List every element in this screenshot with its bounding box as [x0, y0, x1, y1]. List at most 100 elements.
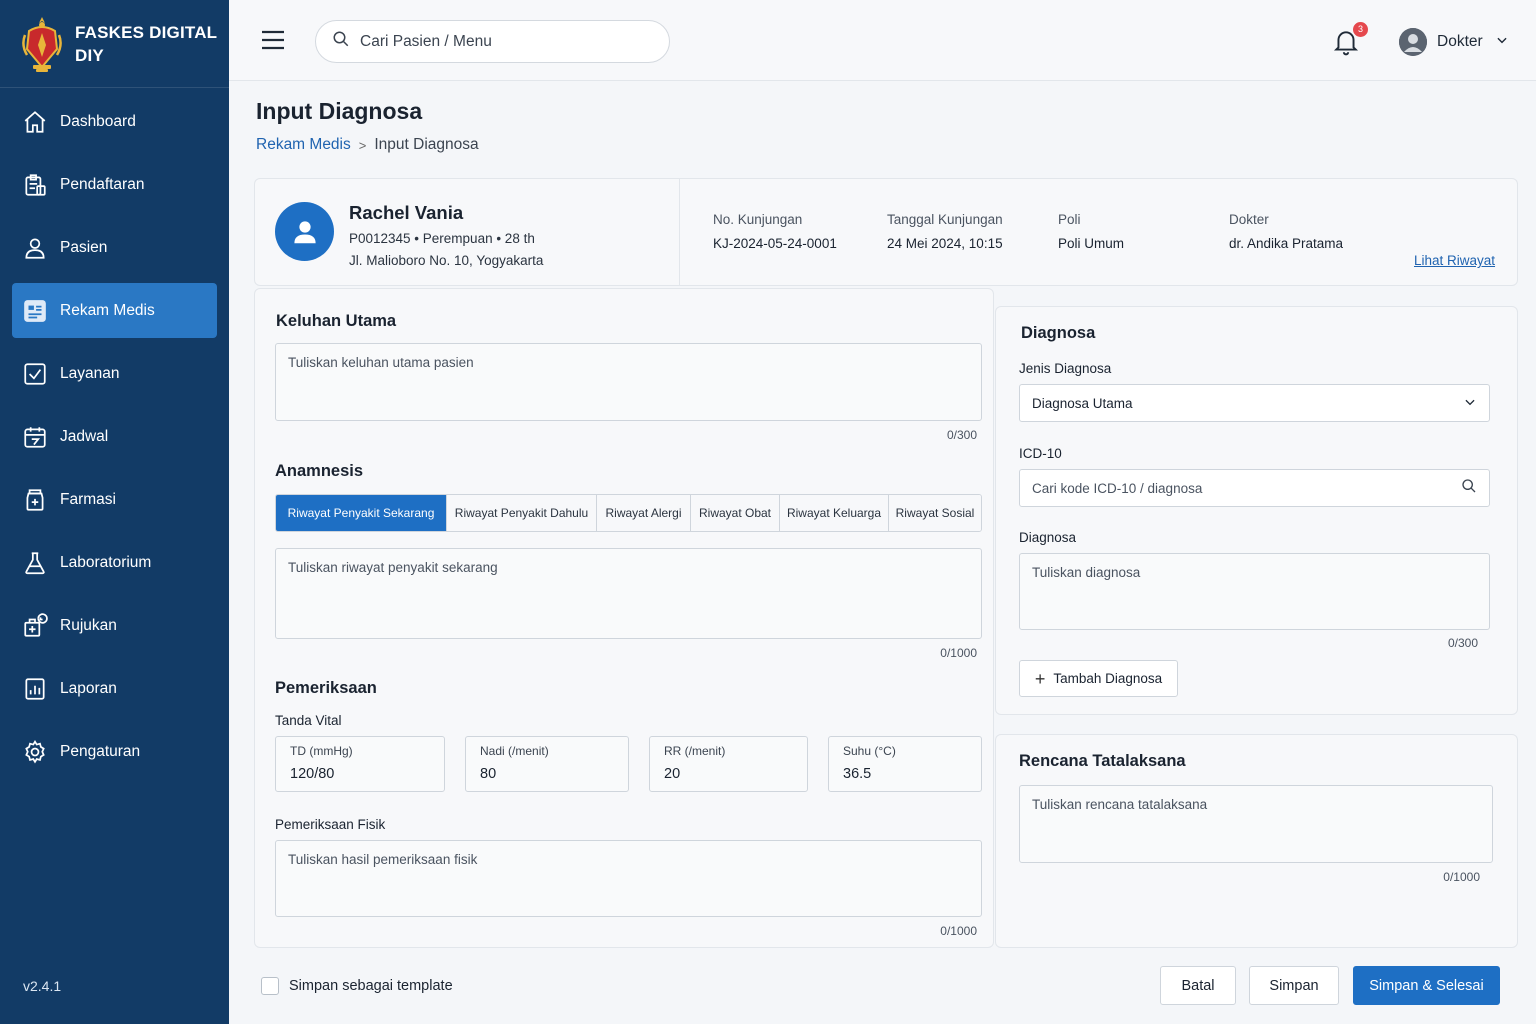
visit-date-label: Tanggal Kunjungan — [887, 212, 1003, 227]
doctor-info: Dokter dr. Andika Pratama — [1229, 212, 1343, 251]
treatment-plan-panel: Rencana Tatalaksana 0/1000 — [995, 734, 1518, 948]
view-history-link[interactable]: Lihat Riwayat — [1414, 253, 1495, 268]
visit-number-info: No. Kunjungan KJ-2024-05-24-0001 — [713, 212, 837, 251]
sidebar-item-dashboard[interactable]: Dashboard — [12, 94, 217, 149]
patient-name: Rachel Vania — [349, 202, 464, 223]
patient-card: Rachel Vania P0012345 • Perempuan • 28 t… — [254, 178, 1518, 286]
calendar-icon — [22, 424, 48, 450]
gear-icon — [22, 739, 48, 765]
diagnosis-type-value: Diagnosa Utama — [1032, 395, 1133, 411]
notification-count-badge: 3 — [1353, 22, 1368, 37]
user-menu[interactable]: Dokter — [1399, 26, 1509, 58]
diagnosis-textarea[interactable] — [1019, 553, 1490, 630]
breadcrumb: Rekam Medis > Input Diagnosa — [256, 136, 479, 154]
sidebar-item-label: Laporan — [60, 679, 117, 697]
save-template-checkbox[interactable] — [261, 977, 279, 995]
sidebar-item-laboratorium[interactable]: Laboratorium — [12, 535, 217, 590]
tab-riwayat-penyakit-dahulu[interactable]: Riwayat Penyakit Dahulu — [447, 495, 597, 531]
save-and-finish-button[interactable]: Simpan & Selesai — [1353, 966, 1500, 1005]
brand: FASKES DIGITAL DIY — [0, 0, 229, 88]
sidebar-item-label: Rekam Medis — [60, 301, 155, 319]
medical-record-icon — [22, 298, 48, 324]
breadcrumb-current: Input Diagnosa — [374, 136, 479, 153]
chevron-down-icon — [1463, 395, 1477, 412]
physical-exam-counter: 0/1000 — [940, 924, 977, 938]
global-search[interactable] — [315, 20, 670, 63]
anamnesis-textarea[interactable] — [275, 548, 982, 639]
sidebar-item-rekam-medis[interactable]: Rekam Medis — [12, 283, 217, 338]
patient-meta: P0012345 • Perempuan • 28 th — [349, 231, 535, 246]
vital-nadi-value: 80 — [480, 766, 497, 782]
sidebar-item-label: Dashboard — [60, 112, 136, 130]
treatment-plan-title: Rencana Tatalaksana — [1019, 752, 1186, 770]
chevron-right-icon: > — [358, 137, 367, 153]
referral-icon — [22, 612, 48, 639]
flask-icon — [22, 550, 48, 576]
keluhan-title: Keluhan Utama — [276, 312, 397, 330]
diagnosis-title: Diagnosa — [1021, 324, 1096, 342]
sidebar-item-label: Pasien — [60, 238, 108, 256]
plus-icon: + — [1034, 668, 1046, 689]
diagnosis-counter: 0/300 — [1447, 636, 1478, 650]
pharmacy-icon — [22, 487, 48, 513]
icd10-search[interactable] — [1019, 469, 1490, 507]
anamnesis-title: Anamnesis — [275, 462, 364, 480]
add-diagnosis-button[interactable]: + Tambah Diagnosa — [1019, 660, 1178, 697]
sidebar-item-jadwal[interactable]: Jadwal — [12, 409, 217, 464]
save-button[interactable]: Simpan — [1249, 966, 1339, 1005]
tab-riwayat-sosial[interactable]: Riwayat Sosial — [889, 495, 981, 531]
vital-rr-value: 20 — [664, 766, 681, 782]
sidebar-item-pendaftaran[interactable]: Pendaftaran — [12, 157, 217, 212]
vital-rr-field[interactable]: RR (/menit) 20 — [649, 736, 808, 792]
sidebar-item-layanan[interactable]: Layanan — [12, 346, 217, 401]
search-icon[interactable] — [1461, 478, 1477, 499]
treatment-plan-textarea[interactable] — [1019, 785, 1493, 863]
breadcrumb-link-rekam-medis[interactable]: Rekam Medis — [256, 136, 351, 154]
sidebar-item-pasien[interactable]: Pasien — [12, 220, 217, 275]
sidebar-item-label: Rujukan — [60, 616, 117, 634]
physical-exam-textarea[interactable] — [275, 840, 982, 917]
patient-avatar-icon — [275, 202, 334, 261]
diy-emblem-logo — [20, 15, 64, 73]
icd10-search-input[interactable] — [1032, 480, 1432, 496]
tab-riwayat-penyakit-sekarang[interactable]: Riwayat Penyakit Sekarang — [276, 495, 447, 531]
clinical-form-panel: Keluhan Utama 0/300 Anamnesis Riwayat Pe… — [254, 288, 994, 948]
vital-rr-label: RR (/menit) — [664, 744, 726, 758]
vital-nadi-label: Nadi (/menit) — [480, 744, 549, 758]
keluhan-counter: 0/300 — [946, 428, 977, 442]
search-input[interactable] — [360, 32, 650, 51]
diagnosis-type-select[interactable]: Diagnosa Utama — [1019, 384, 1490, 422]
sidebar-item-label: Pengaturan — [60, 742, 141, 760]
vital-suhu-field[interactable]: Suhu (°C) 36.5 — [828, 736, 982, 792]
sidebar-item-pengaturan[interactable]: Pengaturan — [12, 724, 217, 779]
home-icon — [22, 109, 48, 135]
user-avatar-icon — [1399, 28, 1427, 56]
sidebar-item-laporan[interactable]: Laporan — [12, 661, 217, 716]
tab-riwayat-keluarga[interactable]: Riwayat Keluarga — [780, 495, 889, 531]
sidebar-nav: Dashboard Pendaftaran Pasien Rekam Medis… — [0, 88, 229, 779]
pemeriksaan-title: Pemeriksaan — [275, 679, 377, 697]
visit-date-value: 24 Mei 2024, 10:15 — [887, 236, 1003, 251]
save-template-label: Simpan sebagai template — [289, 978, 453, 994]
cancel-button[interactable]: Batal — [1160, 966, 1236, 1005]
diagnosis-type-label: Jenis Diagnosa — [1019, 361, 1112, 376]
poli-info: Poli Poli Umum — [1058, 212, 1124, 251]
tab-riwayat-obat[interactable]: Riwayat Obat — [691, 495, 780, 531]
sidebar-item-rujukan[interactable]: Rujukan — [12, 598, 217, 653]
brand-title: FASKES DIGITAL DIY — [75, 22, 218, 65]
menu-toggle-icon[interactable] — [261, 29, 285, 51]
checklist-icon — [22, 361, 48, 387]
add-diagnosis-label: Tambah Diagnosa — [1053, 671, 1163, 686]
vital-nadi-field[interactable]: Nadi (/menit) 80 — [465, 736, 629, 792]
report-icon — [22, 676, 48, 702]
vital-td-field[interactable]: TD (mmHg) 120/80 — [275, 736, 445, 792]
anamnesis-counter: 0/1000 — [940, 646, 977, 660]
page-title: Input Diagnosa — [256, 98, 423, 124]
vital-signs-label: Tanda Vital — [275, 713, 342, 728]
doctor-value: dr. Andika Pratama — [1229, 236, 1344, 251]
keluhan-textarea[interactable] — [275, 343, 982, 421]
sidebar-item-farmasi[interactable]: Farmasi — [12, 472, 217, 527]
vital-suhu-label: Suhu (°C) — [843, 744, 896, 758]
doctor-label: Dokter — [1229, 212, 1269, 227]
tab-riwayat-alergi[interactable]: Riwayat Alergi — [597, 495, 691, 531]
